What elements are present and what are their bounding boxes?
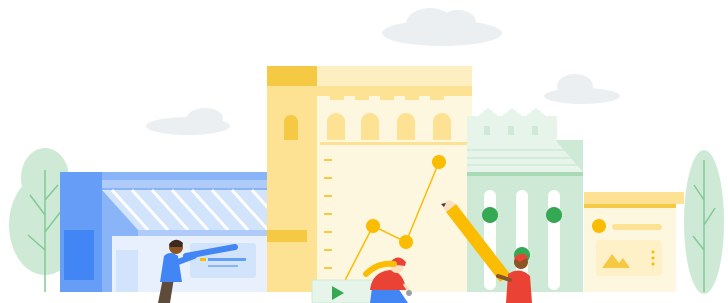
town-illustration: [0, 0, 728, 303]
chart-point-1: [366, 219, 380, 233]
right-tree: [684, 150, 724, 294]
small-yellow-building: [584, 192, 684, 292]
slider-track-1: [484, 190, 496, 290]
slider-knob-3: [546, 207, 562, 223]
cloud-left: [146, 108, 230, 135]
video-box: [311, 279, 377, 303]
cloud-top: [382, 8, 502, 46]
chart-point-3: [432, 155, 446, 169]
cloud-right: [544, 74, 620, 104]
chart-point-2: [399, 235, 413, 249]
slider-track-3: [548, 190, 560, 290]
slider-knob-1: [482, 207, 498, 223]
yellow-tower-building: [267, 66, 472, 292]
